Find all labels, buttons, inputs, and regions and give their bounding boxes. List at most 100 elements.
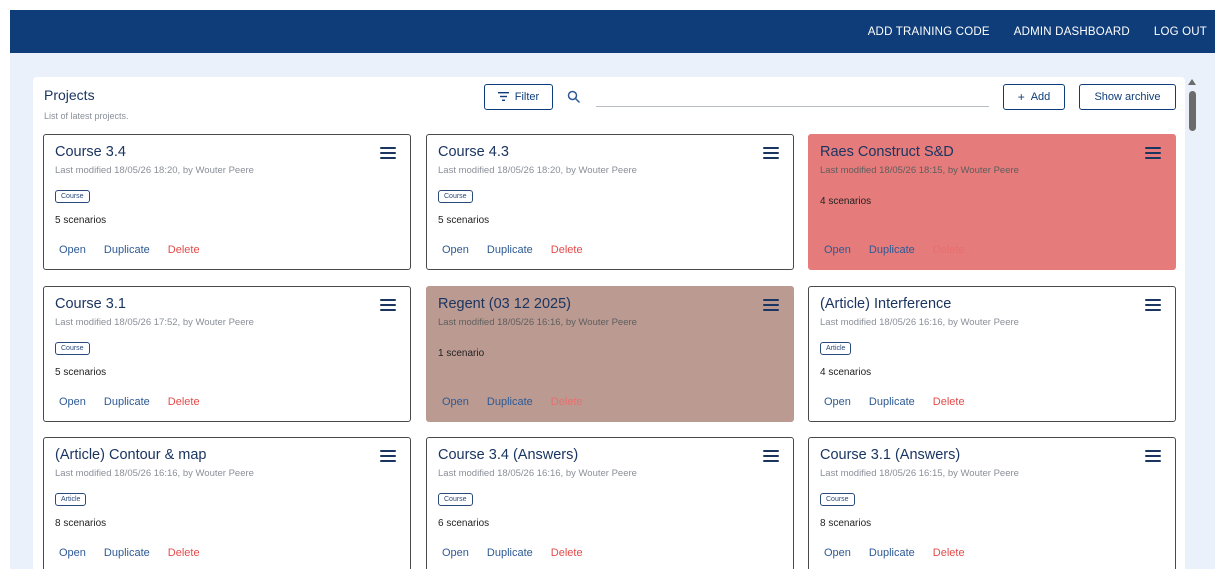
project-tag: Course <box>820 493 855 506</box>
delete-button[interactable]: Delete <box>551 396 583 408</box>
hamburger-menu-icon[interactable] <box>380 450 396 462</box>
open-button[interactable]: Open <box>59 547 86 559</box>
scenario-count: 6 scenarios <box>438 518 490 529</box>
project-title[interactable]: Course 3.4 (Answers) <box>438 447 578 463</box>
delete-button[interactable]: Delete <box>933 547 965 559</box>
project-tag: Course <box>438 190 473 203</box>
hamburger-menu-icon[interactable] <box>763 450 779 462</box>
duplicate-button[interactable]: Duplicate <box>869 547 915 559</box>
open-button[interactable]: Open <box>824 547 851 559</box>
project-card: (Article) Contour & map Last modified 18… <box>43 437 411 569</box>
show-archive-label: Show archive <box>1094 91 1161 103</box>
project-meta: Last modified 18/05/26 17:52, by Wouter … <box>55 317 254 328</box>
scrollbar[interactable] <box>1186 77 1200 569</box>
project-meta: Last modified 18/05/26 18:20, by Wouter … <box>55 165 254 176</box>
nav-admin-dashboard[interactable]: ADMIN DASHBOARD <box>1014 26 1130 38</box>
scenario-count: 4 scenarios <box>820 367 872 378</box>
open-button[interactable]: Open <box>442 244 469 256</box>
hamburger-menu-icon[interactable] <box>380 299 396 311</box>
open-button[interactable]: Open <box>824 396 851 408</box>
scenario-count: 5 scenarios <box>438 215 490 226</box>
hamburger-menu-icon[interactable] <box>1145 147 1161 159</box>
project-card: Course 3.4 (Answers) Last modified 18/05… <box>426 437 794 569</box>
page-title: Projects <box>44 87 95 103</box>
open-button[interactable]: Open <box>824 244 851 256</box>
show-archive-button[interactable]: Show archive <box>1079 84 1176 110</box>
project-title[interactable]: (Article) Contour & map <box>55 447 207 463</box>
project-meta: Last modified 18/05/26 16:16, by Wouter … <box>820 317 1019 328</box>
duplicate-button[interactable]: Duplicate <box>487 396 533 408</box>
search-input[interactable] <box>596 88 989 106</box>
filter-label: Filter <box>514 91 540 103</box>
project-tag: Course <box>55 342 90 355</box>
project-title[interactable]: Regent (03 12 2025) <box>438 296 571 312</box>
scenario-count: 5 scenarios <box>55 215 107 226</box>
search-icon[interactable] <box>567 90 581 104</box>
project-title[interactable]: Course 3.1 (Answers) <box>820 447 960 463</box>
add-project-button[interactable]: + Add <box>1003 84 1065 110</box>
filter-lines-icon <box>497 90 509 104</box>
project-tag: Course <box>438 493 473 506</box>
project-meta: Last modified 18/05/26 16:15, by Wouter … <box>820 468 1019 479</box>
delete-button[interactable]: Delete <box>551 244 583 256</box>
hamburger-menu-icon[interactable] <box>380 147 396 159</box>
project-card: Course 4.3 Last modified 18/05/26 18:20,… <box>426 134 794 270</box>
project-tag: Article <box>55 493 87 506</box>
scenario-count: 1 scenario <box>438 348 485 359</box>
nav-log-out[interactable]: LOG OUT <box>1154 26 1207 38</box>
hamburger-menu-icon[interactable] <box>763 147 779 159</box>
delete-button[interactable]: Delete <box>933 244 965 256</box>
hamburger-menu-icon[interactable] <box>763 299 779 311</box>
open-button[interactable]: Open <box>442 396 469 408</box>
hamburger-menu-icon[interactable] <box>1145 299 1161 311</box>
duplicate-button[interactable]: Duplicate <box>104 244 150 256</box>
scenario-count: 5 scenarios <box>55 367 107 378</box>
duplicate-button[interactable]: Duplicate <box>487 244 533 256</box>
project-title[interactable]: Course 3.1 <box>55 296 126 312</box>
delete-button[interactable]: Delete <box>933 396 965 408</box>
project-title[interactable]: (Article) Interference <box>820 296 951 312</box>
hamburger-menu-icon[interactable] <box>1145 450 1161 462</box>
delete-button[interactable]: Delete <box>551 547 583 559</box>
open-button[interactable]: Open <box>442 547 469 559</box>
project-meta: Last modified 18/05/26 18:20, by Wouter … <box>438 165 637 176</box>
scenario-count: 8 scenarios <box>820 518 872 529</box>
scenario-count: 4 scenarios <box>820 196 872 207</box>
filter-button[interactable]: Filter <box>484 84 553 110</box>
project-tag: Course <box>55 190 90 203</box>
open-button[interactable]: Open <box>59 244 86 256</box>
project-meta: Last modified 18/05/26 16:16, by Wouter … <box>438 468 637 479</box>
project-card-highlighted: Raes Construct S&D Last modified 18/05/2… <box>808 134 1176 270</box>
project-title[interactable]: Course 3.4 <box>55 144 126 160</box>
scenario-count: 8 scenarios <box>55 518 107 529</box>
scroll-up-arrow-icon[interactable] <box>1188 79 1196 85</box>
project-title[interactable]: Course 4.3 <box>438 144 509 160</box>
project-tag: Article <box>820 342 852 355</box>
duplicate-button[interactable]: Duplicate <box>869 396 915 408</box>
add-label: Add <box>1030 91 1051 103</box>
plus-icon: + <box>1017 90 1025 104</box>
duplicate-button[interactable]: Duplicate <box>104 547 150 559</box>
page-subtitle: List of latest projects. <box>44 111 129 121</box>
delete-button[interactable]: Delete <box>168 547 200 559</box>
top-nav: ADD TRAINING CODE ADMIN DASHBOARD LOG OU… <box>868 10 1215 53</box>
delete-button[interactable]: Delete <box>168 244 200 256</box>
open-button[interactable]: Open <box>59 396 86 408</box>
project-card: Course 3.1 Last modified 18/05/26 17:52,… <box>43 286 411 422</box>
project-card: Course 3.1 (Answers) Last modified 18/05… <box>808 437 1176 569</box>
delete-button[interactable]: Delete <box>168 396 200 408</box>
search-underline <box>596 106 989 107</box>
scrollbar-thumb[interactable] <box>1189 91 1196 131</box>
duplicate-button[interactable]: Duplicate <box>487 547 533 559</box>
project-meta: Last modified 18/05/26 16:16, by Wouter … <box>55 468 254 479</box>
duplicate-button[interactable]: Duplicate <box>104 396 150 408</box>
app-bar: ADD TRAINING CODE ADMIN DASHBOARD LOG OU… <box>10 10 1215 53</box>
project-meta: Last modified 18/05/26 18:15, by Wouter … <box>820 165 1019 176</box>
duplicate-button[interactable]: Duplicate <box>869 244 915 256</box>
nav-add-training-code[interactable]: ADD TRAINING CODE <box>868 26 990 38</box>
project-meta: Last modified 18/05/26 16:16, by Wouter … <box>438 317 637 328</box>
project-title[interactable]: Raes Construct S&D <box>820 144 954 160</box>
project-card: Course 3.4 Last modified 18/05/26 18:20,… <box>43 134 411 270</box>
project-card-highlighted: Regent (03 12 2025) Last modified 18/05/… <box>426 286 794 422</box>
project-card: (Article) Interference Last modified 18/… <box>808 286 1176 422</box>
